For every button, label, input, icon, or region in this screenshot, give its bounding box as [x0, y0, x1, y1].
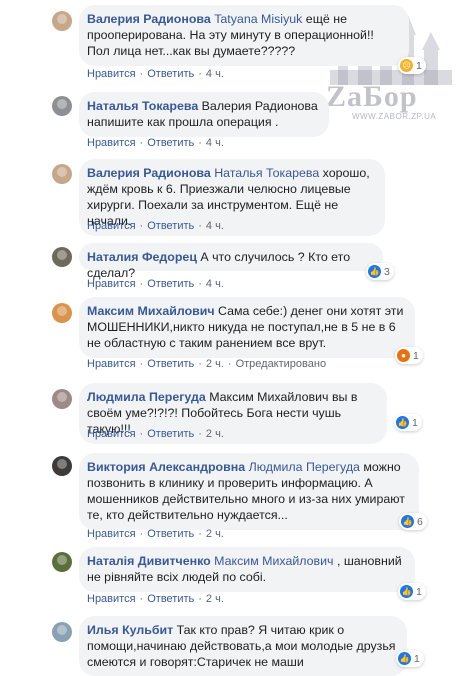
- comment-time[interactable]: 4 ч.: [206, 137, 224, 149]
- reply-link[interactable]: Ответить: [147, 528, 194, 540]
- comment-time[interactable]: 4 ч.: [206, 220, 224, 232]
- reply-link[interactable]: Ответить: [147, 593, 194, 605]
- reply-link[interactable]: Ответить: [147, 68, 194, 80]
- reply-link[interactable]: Ответить: [147, 428, 194, 440]
- like-link[interactable]: Нравится: [87, 68, 136, 80]
- comment-mention[interactable]: Tatyana Misiyuk: [214, 12, 302, 26]
- comment-actions: Нравится · Ответить · 4 ч.: [87, 220, 224, 232]
- reaction-badge[interactable]: ● 1: [395, 347, 423, 364]
- reaction-count: 1: [416, 59, 422, 72]
- watermark-url: WWW.ZABOR.ZP.UA: [352, 112, 437, 121]
- like-link[interactable]: Нравится: [87, 278, 136, 290]
- comment-author[interactable]: Наталья Токарева: [87, 99, 198, 113]
- comment-actions: Нравится · Ответить · 4 ч.: [87, 278, 224, 290]
- comment-bubble: Наталья Токарева Валерия Радионова напиш…: [79, 92, 329, 137]
- like-link[interactable]: Нравится: [87, 358, 136, 370]
- comment-author[interactable]: Максим Михайлович: [87, 304, 215, 318]
- avatar[interactable]: [52, 303, 72, 323]
- reaction-count: 6: [417, 515, 423, 528]
- comment-author[interactable]: Наталия Федорец: [87, 250, 197, 264]
- avatar[interactable]: [52, 456, 72, 476]
- reaction-count: 1: [412, 416, 418, 429]
- comment-actions: Нравится · Ответить · 2 ч.: [87, 593, 224, 605]
- comment-mention[interactable]: Людмила Перегуда: [249, 460, 360, 474]
- comment-author[interactable]: Илья Кульбит: [87, 623, 173, 637]
- comment-bubble: Валерия Радионова Tatyana Misiyuk ещё не…: [79, 5, 409, 66]
- comment-author[interactable]: Виктория Александровна: [87, 460, 245, 474]
- reaction-badge[interactable]: 👍 6: [399, 513, 427, 530]
- like-reaction-icon: 👍: [398, 652, 411, 665]
- reaction-badge[interactable]: 👍 1: [394, 414, 422, 431]
- comment-bubble: Наталия Федорец А что случилось ? Кто ет…: [79, 243, 383, 280]
- like-link[interactable]: Нравится: [87, 137, 136, 149]
- angry-reaction-icon: ●: [397, 349, 410, 362]
- comment-bubble: Илья Кульбит Так кто прав? Я читаю крик …: [79, 616, 407, 676]
- comment-bubble: Максим Михайлович Сама себе:) денег они …: [79, 297, 415, 358]
- comment-mention[interactable]: Максим Михайлович: [214, 554, 333, 568]
- like-link[interactable]: Нравится: [87, 528, 136, 540]
- like-link[interactable]: Нравится: [87, 428, 136, 440]
- comment-time[interactable]: 2 ч.: [206, 528, 224, 540]
- comment-bubble: Наталія Дивитченко Максим Михайлович , ш…: [79, 547, 415, 592]
- reaction-badge[interactable]: 👍 1: [396, 650, 424, 667]
- comment-time[interactable]: 4 ч.: [206, 68, 224, 80]
- reaction-count: 1: [416, 585, 422, 598]
- reaction-badge[interactable]: 👍 3: [366, 263, 394, 280]
- reaction-badge[interactable]: 👍 1: [398, 583, 426, 600]
- comment-time[interactable]: 2 ч.: [206, 358, 224, 370]
- comment-mention[interactable]: Наталья Токарева: [214, 166, 319, 180]
- reply-link[interactable]: Ответить: [147, 137, 194, 149]
- comment-mention[interactable]: Валерия Радионова: [202, 99, 318, 113]
- comment-actions: Нравится · Ответить · 4 ч.: [87, 68, 224, 80]
- avatar[interactable]: [52, 11, 72, 31]
- reaction-count: 3: [384, 265, 390, 278]
- avatar[interactable]: [52, 389, 72, 409]
- comment-time[interactable]: 2 ч.: [206, 428, 224, 440]
- comment-actions: Нравится · Ответить · 4 ч.: [87, 137, 224, 149]
- reply-link[interactable]: Ответить: [147, 278, 194, 290]
- reply-link[interactable]: Ответить: [147, 220, 194, 232]
- comment-author[interactable]: Валерия Радионова: [87, 12, 211, 26]
- comment-author[interactable]: Людмила Перегуда: [87, 390, 206, 404]
- reaction-count: 1: [413, 349, 419, 362]
- comment-author[interactable]: Наталія Дивитченко: [87, 554, 211, 568]
- comment-actions: Нравится · Ответить · 2 ч. · Отредактировано: [87, 358, 327, 370]
- like-link[interactable]: Нравится: [87, 593, 136, 605]
- comment-time[interactable]: 4 ч.: [206, 278, 224, 290]
- like-reaction-icon: 👍: [368, 265, 381, 278]
- reaction-badge[interactable]: ☹ 1: [398, 57, 426, 74]
- comment-actions: Нравится · Ответить · 2 ч.: [87, 428, 224, 440]
- reply-link[interactable]: Ответить: [147, 358, 194, 370]
- avatar[interactable]: [52, 552, 72, 572]
- avatar[interactable]: [52, 96, 72, 116]
- like-reaction-icon: 👍: [401, 515, 414, 528]
- avatar[interactable]: [52, 247, 72, 267]
- like-reaction-icon: 👍: [396, 416, 409, 429]
- comment-time[interactable]: 2 ч.: [206, 593, 224, 605]
- comment-actions: Нравится · Ответить · 2 ч.: [87, 528, 224, 540]
- comment-text: напишите как прошла операция .: [87, 115, 279, 129]
- avatar[interactable]: [52, 622, 72, 642]
- like-reaction-icon: 👍: [400, 585, 413, 598]
- avatar[interactable]: [52, 164, 72, 184]
- like-link[interactable]: Нравится: [87, 220, 136, 232]
- sad-reaction-icon: ☹: [400, 59, 413, 72]
- comment-bubble: Виктория Александровна Людмила Перегуда …: [79, 453, 419, 530]
- watermark-logo-text: ZaБор: [326, 80, 418, 113]
- edited-label[interactable]: Отредактировано: [236, 358, 327, 370]
- comment-author[interactable]: Валерия Радионова: [87, 166, 211, 180]
- reaction-count: 1: [414, 652, 420, 665]
- comment-mention[interactable]: Максим Михайлович: [209, 390, 328, 404]
